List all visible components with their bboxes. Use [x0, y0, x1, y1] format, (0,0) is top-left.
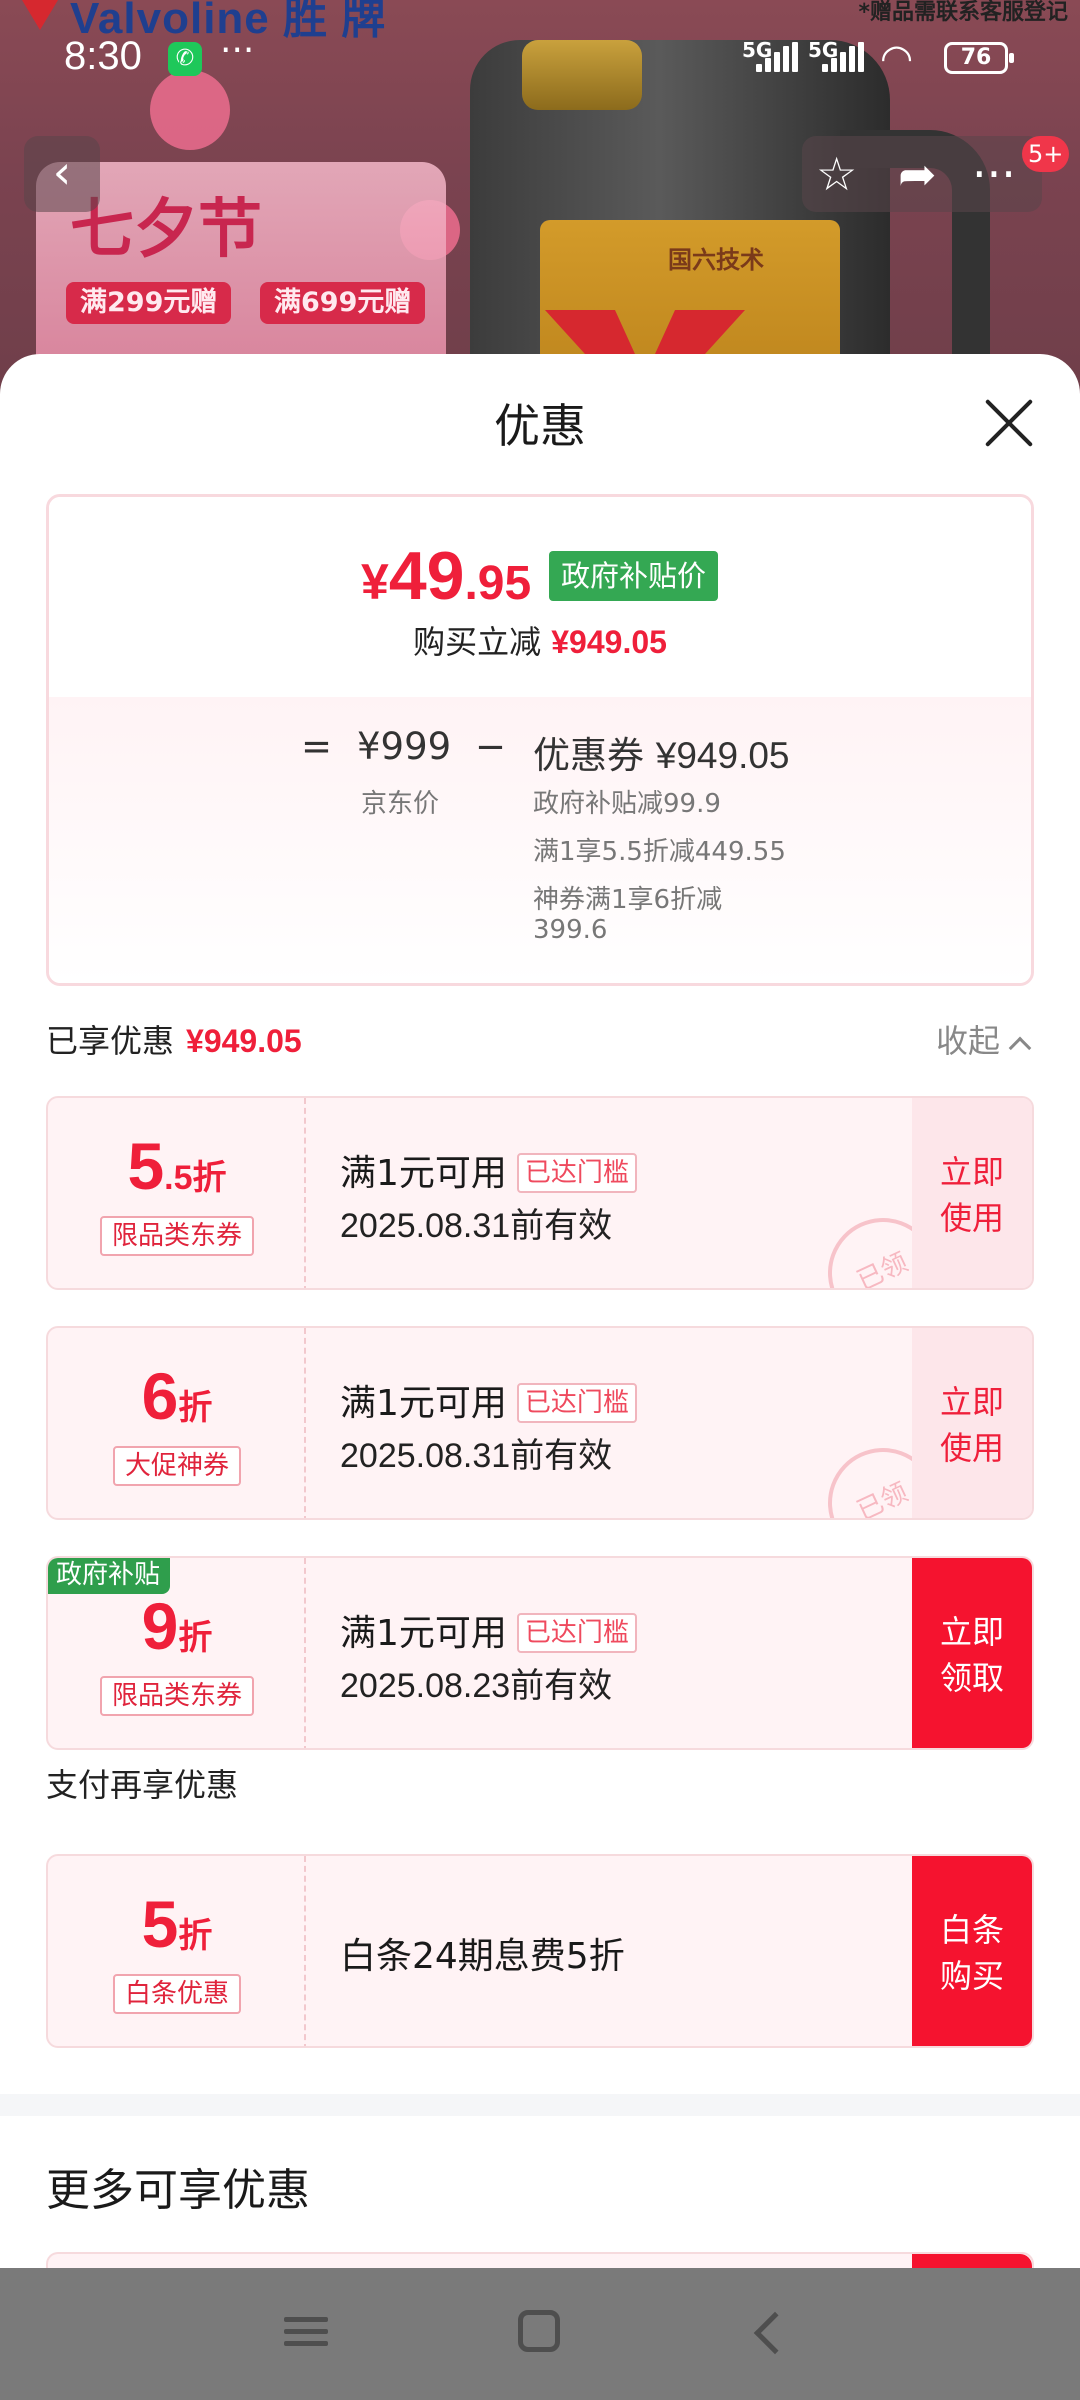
gov-subsidy-tag: 政府补贴价: [549, 551, 719, 601]
final-price: ¥49.95: [361, 538, 532, 614]
detail-line: 满1享5.5折减449.55: [533, 837, 786, 867]
coupon-type-wrap: 限品类东券: [48, 1558, 306, 1748]
enjoyed-label: 已享优惠: [46, 1022, 175, 1060]
jd-price-label: 京东价: [361, 789, 440, 819]
status-bar: 8:30 ✆ ··· 5G 5G ◠ 76: [0, 28, 1080, 92]
discount-sheet: 优惠 ¥49.95 政府补贴价 购买立减 ¥949.05 = ¥999 京东价 …: [0, 354, 1080, 2268]
claim-coupon-button[interactable]: 立即领取: [912, 1558, 1032, 1748]
coupon-card: 政府补贴 9折 限品类东券 满1元可用 已达门槛 2025.08.23前有效 立即…: [46, 1556, 1034, 1750]
minus-sign: −: [475, 725, 507, 768]
status-more: ···: [220, 30, 255, 71]
detail-line: 神券满1享6折减: [533, 885, 723, 915]
signal-icon: [756, 42, 798, 72]
enjoyed-discount: 已享优惠 ¥949.05: [46, 1016, 302, 1062]
share-icon[interactable]: ➦: [898, 144, 937, 204]
sheet-title: 优惠: [494, 399, 586, 453]
coupon-condition: 满1元可用 已达门槛: [340, 1604, 637, 1656]
reduce-line: 购买立减 ¥949.05: [49, 617, 1031, 663]
close-icon[interactable]: [982, 396, 1036, 450]
payment-offer-text: 白条24期息费5折: [340, 1936, 625, 1977]
status-time: 8:30: [64, 34, 142, 78]
coupon-condition: 满1元可用 已达门槛: [340, 1374, 637, 1426]
coupon-card: [46, 2252, 1034, 2268]
coupon-action-edge[interactable]: [912, 2254, 1032, 2268]
festival-chip: 满699元赠: [260, 282, 426, 324]
coupon-validity: 2025.08.31前有效: [340, 1207, 613, 1245]
pay-section-title: 支付再享优惠: [46, 1766, 239, 1804]
system-nav-bar: [0, 2268, 1080, 2400]
collapse-button[interactable]: 收起: [936, 1016, 1032, 1062]
brand-logo-icon: [10, 0, 70, 30]
more-icon[interactable]: ···: [972, 144, 1016, 204]
chevron-up-icon: [1008, 1036, 1032, 1060]
threshold-badge: 已达门槛: [516, 1383, 637, 1423]
section-divider: [0, 2094, 1080, 2116]
payment-offer-card: 5折 白条优惠 白条24期息费5折 白条购买: [46, 1854, 1034, 2048]
coupon-type-wrap: 白条优惠: [48, 1856, 306, 2046]
coupon-validity: 2025.08.31前有效: [340, 1437, 613, 1475]
menu-icon[interactable]: [284, 2310, 328, 2358]
threshold-badge: 已达门槛: [516, 1613, 637, 1653]
top-actions: ☆ ➦ ···: [802, 136, 1042, 212]
coupon-type: 限品类东券: [99, 1676, 255, 1716]
product-tech-text: 国六技术: [668, 246, 764, 274]
coupon-validity: 2025.08.23前有效: [340, 1667, 613, 1705]
detail-line: 399.6: [533, 915, 608, 945]
price-breakdown-card: ¥49.95 政府补贴价 购买立减 ¥949.05 = ¥999 京东价 − 优…: [46, 494, 1034, 986]
price-calculation: = ¥999 京东价 − 优惠券 ¥949.05 政府补贴减99.9 满1享5.…: [49, 697, 1031, 983]
more-offers-title: 更多可享优惠: [46, 2165, 310, 2216]
threshold-badge: 已达门槛: [516, 1153, 637, 1193]
gift-note: *赠品需联系客服登记: [858, 0, 1068, 25]
signal-icon: [822, 42, 864, 72]
coupon-type: 大促神券: [112, 1446, 242, 1486]
coupon-condition: 满1元可用 已达门槛: [340, 1144, 637, 1196]
equals-sign: =: [301, 725, 333, 768]
coupon-type: 白条优惠: [112, 1974, 242, 2014]
detail-line: 政府补贴减99.9: [533, 789, 721, 819]
use-coupon-button[interactable]: 立即使用: [912, 1328, 1032, 1518]
collapse-label: 收起: [936, 1022, 1001, 1060]
reduce-label: 购买立减: [413, 623, 542, 661]
coupon-type-wrap: 大促神券: [48, 1328, 306, 1518]
use-coupon-button[interactable]: 立即使用: [912, 1098, 1032, 1288]
star-icon[interactable]: ☆: [816, 144, 857, 204]
coupon-type: 限品类东券: [99, 1216, 255, 1256]
coupon-card: 5.5折 限品类东券 满1元可用 已达门槛 2025.08.31前有效 已领 立即…: [46, 1096, 1034, 1290]
price-summary: ¥49.95 政府补贴价 购买立减 ¥949.05: [49, 497, 1031, 697]
wechat-icon: ✆: [168, 42, 202, 76]
message-badge: 5+: [1022, 136, 1070, 172]
reduce-amount: ¥949.05: [551, 624, 667, 660]
coupon-type-wrap: 限品类东券: [48, 1098, 306, 1288]
battery-icon: 76: [944, 42, 1014, 74]
back-icon[interactable]: ‹: [24, 136, 100, 212]
enjoyed-amount: ¥949.05: [186, 1023, 302, 1059]
coupon-card: 6折 大促神券 满1元可用 已达门槛 2025.08.31前有效 已领 立即使用: [46, 1326, 1034, 1520]
nav-back-icon[interactable]: [753, 2311, 797, 2355]
coupon-total: 优惠券 ¥949.05: [533, 734, 790, 777]
baitiao-buy-button[interactable]: 白条购买: [912, 1856, 1032, 2046]
jd-price: ¥999: [357, 725, 452, 768]
home-icon[interactable]: [518, 2310, 560, 2352]
wifi-icon: ◠: [880, 36, 914, 80]
festival-chip: 满299元赠: [66, 282, 232, 324]
